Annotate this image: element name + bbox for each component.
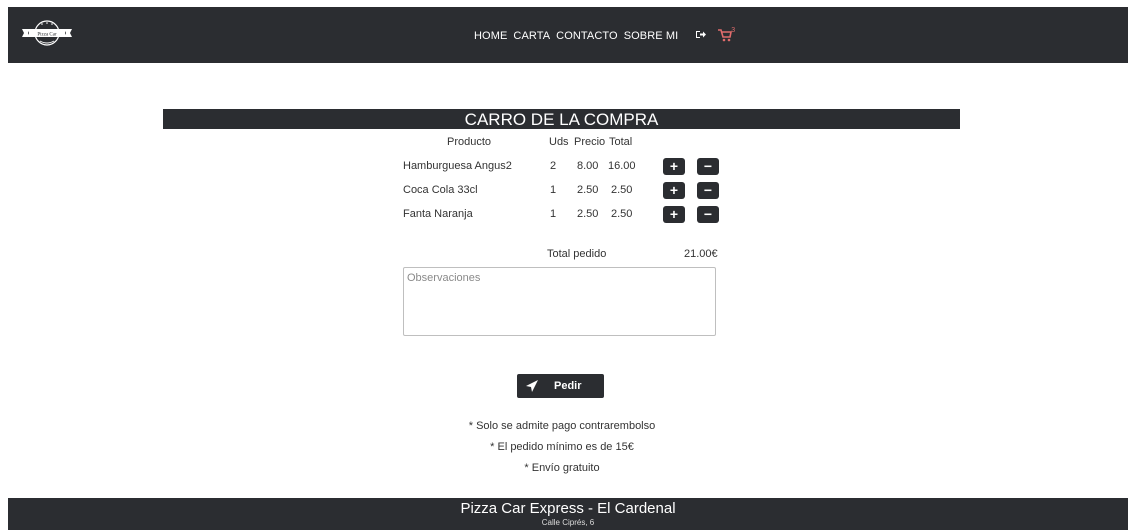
order-total-value: 21.00€ bbox=[684, 248, 718, 260]
order-button[interactable]: Pedir bbox=[517, 374, 604, 398]
main-nav: HOME CARTA CONTACTO SOBRE MI 3 bbox=[474, 27, 736, 44]
product-name: Hamburguesa Angus2 bbox=[403, 160, 512, 172]
decrease-quantity-button[interactable]: − bbox=[697, 182, 719, 199]
decrease-quantity-button[interactable]: − bbox=[697, 206, 719, 223]
product-units: 1 bbox=[550, 184, 557, 196]
increase-quantity-button[interactable]: + bbox=[663, 182, 685, 199]
product-name: Coca Cola 33cl bbox=[403, 184, 478, 196]
top-navbar: Pizza Car HOME CARTA CONTACTO SOBRE MI 3 bbox=[8, 7, 1128, 63]
footer-address: Calle Ciprés, 6 bbox=[541, 518, 595, 527]
nav-contacto[interactable]: CONTACTO bbox=[556, 30, 618, 42]
increase-quantity-button[interactable]: + bbox=[663, 206, 685, 223]
nav-home[interactable]: HOME bbox=[474, 30, 507, 42]
product-total: 16.00 bbox=[608, 160, 636, 172]
cart-title: CARRO DE LA COMPRA bbox=[163, 109, 960, 129]
product-total: 2.50 bbox=[611, 184, 633, 196]
logout-icon[interactable] bbox=[696, 30, 707, 42]
paper-plane-icon bbox=[526, 380, 538, 395]
pizza-car-logo[interactable]: Pizza Car bbox=[20, 17, 74, 49]
decrease-quantity-button[interactable]: − bbox=[697, 158, 719, 175]
product-price: 2.50 bbox=[577, 184, 599, 196]
column-header-precio: Precio bbox=[574, 136, 606, 148]
logo-text: Pizza Car bbox=[37, 33, 57, 38]
payment-note: * Solo se admite pago contrarembolso bbox=[468, 420, 656, 432]
order-total-label: Total pedido bbox=[547, 248, 607, 260]
column-header-producto: Producto bbox=[447, 136, 492, 148]
product-units: 2 bbox=[550, 160, 557, 172]
shopping-cart-icon[interactable]: 3 bbox=[718, 27, 736, 43]
product-price: 8.00 bbox=[577, 160, 599, 172]
minimum-order-note: * El pedido mínimo es de 15€ bbox=[490, 441, 634, 453]
cart-count-badge: 3 bbox=[731, 27, 736, 34]
product-units: 1 bbox=[550, 208, 557, 220]
product-price: 2.50 bbox=[577, 208, 599, 220]
product-total: 2.50 bbox=[611, 208, 633, 220]
increase-quantity-button[interactable]: + bbox=[663, 158, 685, 175]
order-button-label: Pedir bbox=[554, 380, 582, 392]
nav-sobre-mi[interactable]: SOBRE MI bbox=[624, 30, 679, 42]
product-name: Fanta Naranja bbox=[403, 208, 473, 220]
free-shipping-note: * Envío gratuito bbox=[524, 462, 600, 474]
observations-field[interactable] bbox=[403, 267, 716, 336]
footer-brand: Pizza Car Express - El Cardenal bbox=[460, 500, 676, 517]
footer: Pizza Car Express - El Cardenal Calle Ci… bbox=[8, 498, 1128, 530]
nav-carta[interactable]: CARTA bbox=[513, 30, 550, 42]
column-header-total: Total bbox=[609, 136, 633, 148]
column-header-uds: Uds bbox=[549, 136, 569, 148]
